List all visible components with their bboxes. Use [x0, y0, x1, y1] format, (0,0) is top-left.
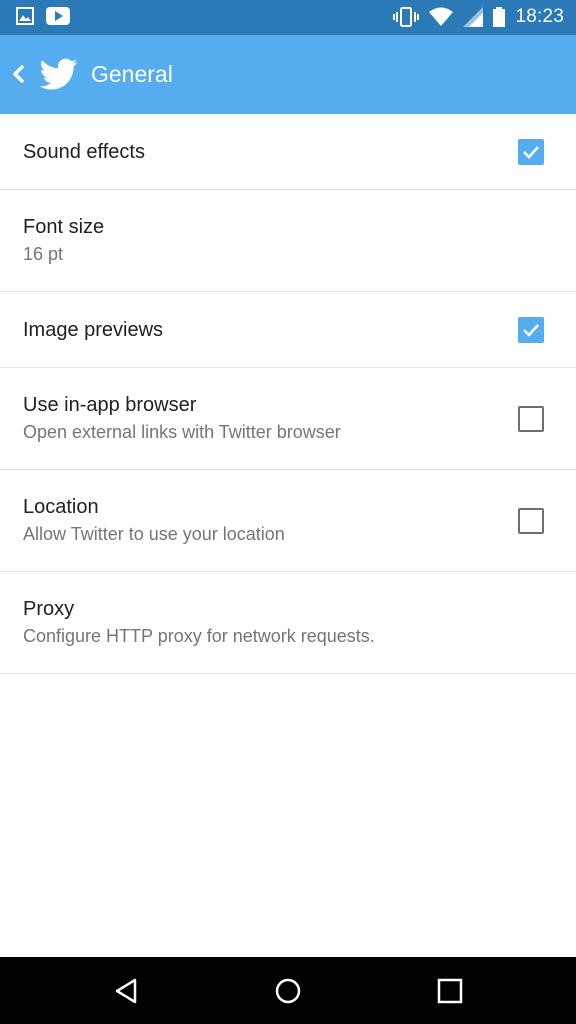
nav-home-icon[interactable]	[274, 977, 302, 1005]
image-notification-icon	[16, 7, 34, 25]
youtube-notification-icon	[46, 7, 70, 25]
nav-back-icon[interactable]	[113, 977, 141, 1005]
sound-effects-checkbox[interactable]	[518, 139, 544, 165]
cell-signal-icon	[463, 7, 484, 27]
setting-title: Font size	[23, 216, 105, 238]
setting-title: Location	[23, 496, 99, 518]
setting-subtitle: 16 pt	[23, 244, 64, 264]
location-checkbox[interactable]	[518, 508, 544, 534]
setting-sound-effects[interactable]: Sound effects	[0, 114, 576, 190]
status-bar: 18:23	[0, 0, 576, 35]
setting-subtitle: Allow Twitter to use your location	[23, 524, 285, 544]
setting-proxy[interactable]: Proxy Configure HTTP proxy for network r…	[0, 572, 576, 674]
battery-icon	[493, 7, 506, 27]
navigation-bar	[0, 957, 576, 1024]
image-previews-checkbox[interactable]	[518, 317, 544, 343]
twitter-bird-icon[interactable]	[40, 55, 78, 93]
setting-title: Proxy	[23, 598, 75, 620]
nav-recents-icon[interactable]	[437, 978, 463, 1004]
app-bar: General	[0, 35, 576, 114]
setting-title: Use in-app browser	[23, 394, 197, 416]
chevron-left-icon[interactable]	[8, 59, 30, 89]
in-app-browser-checkbox[interactable]	[518, 406, 544, 432]
setting-font-size[interactable]: Font size 16 pt	[0, 190, 576, 292]
setting-subtitle: Configure HTTP proxy for network request…	[23, 626, 375, 646]
checkmark-icon	[523, 146, 539, 159]
setting-title: Image previews	[23, 319, 164, 341]
status-time: 18:23	[515, 6, 564, 27]
checkmark-icon	[523, 324, 539, 337]
setting-subtitle: Open external links with Twitter browser	[23, 422, 341, 442]
setting-title: Sound effects	[23, 141, 145, 163]
page-title: General	[91, 61, 173, 87]
settings-list: Sound effects Font size 16 pt Image prev…	[0, 114, 576, 674]
wifi-icon	[429, 7, 454, 26]
setting-in-app-browser[interactable]: Use in-app browser Open external links w…	[0, 368, 576, 470]
setting-location[interactable]: Location Allow Twitter to use your locat…	[0, 470, 576, 572]
setting-image-previews[interactable]: Image previews	[0, 292, 576, 368]
vibrate-icon	[393, 7, 420, 27]
